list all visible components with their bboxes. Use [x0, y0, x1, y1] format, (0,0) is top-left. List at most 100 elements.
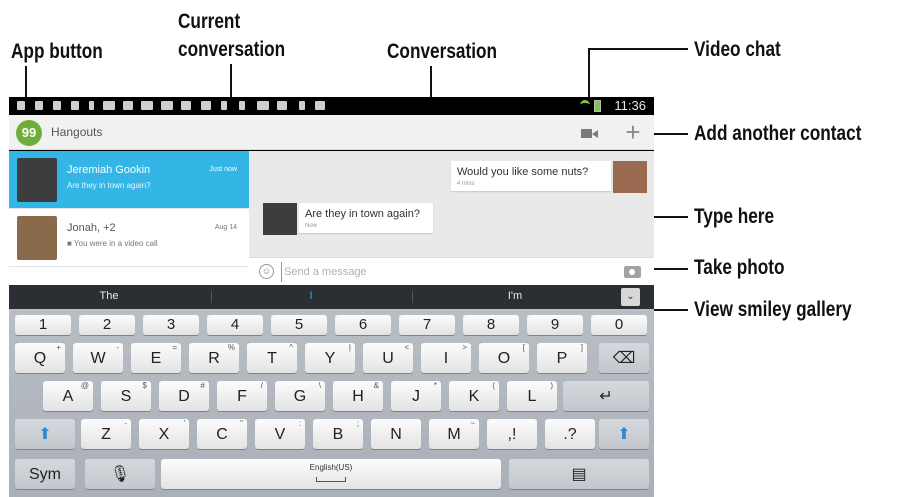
- key-label: M: [447, 426, 461, 443]
- key-t[interactable]: T ^: [247, 343, 297, 373]
- callout-conversation: Conversation: [387, 40, 498, 63]
- key-5[interactable]: 5: [271, 315, 327, 335]
- key-label: ↵: [599, 388, 613, 405]
- notification-icon: [35, 101, 43, 110]
- suggestion[interactable]: I'm: [475, 290, 555, 302]
- hangouts-app-button[interactable]: 99: [16, 120, 42, 146]
- add-contact-button[interactable]: +: [621, 118, 645, 146]
- key-label: F: [237, 388, 247, 405]
- key-i[interactable]: I >: [421, 343, 471, 373]
- key-p[interactable]: P]: [537, 343, 587, 373]
- app-title: Hangouts: [51, 125, 103, 139]
- key-row3-0[interactable]: Z-: [81, 419, 131, 449]
- key-y[interactable]: Y |: [305, 343, 355, 373]
- key-6[interactable]: 6: [335, 315, 391, 335]
- message-text: Are they in town again?: [305, 208, 420, 220]
- message-input[interactable]: [281, 262, 611, 282]
- message-time: 4 mins: [457, 181, 475, 187]
- key-row3-6[interactable]: M ~: [429, 419, 479, 449]
- key-label: W: [90, 350, 106, 367]
- key-label: Z: [101, 426, 111, 443]
- key-7[interactable]: 7: [399, 315, 455, 335]
- key-label: U: [382, 350, 394, 367]
- notification-icon: [181, 101, 191, 110]
- key-1[interactable]: 1: [15, 315, 71, 335]
- key-label: 3: [166, 316, 176, 333]
- suggestion[interactable]: The: [69, 290, 149, 302]
- notification-icon: [161, 101, 173, 110]
- key-h[interactable]: H &: [333, 381, 383, 411]
- key-3[interactable]: 3: [143, 315, 199, 335]
- collapse-suggestions-button[interactable]: ⌄: [621, 288, 640, 306]
- key-a[interactable]: A @: [43, 381, 93, 411]
- smiley-icon[interactable]: ☺: [259, 264, 274, 279]
- shift-key-right[interactable]: ⬆: [599, 419, 649, 449]
- spacebar[interactable]: English(US): [161, 459, 501, 489]
- shift-key-left[interactable]: ⬆: [15, 419, 75, 449]
- key-label: X: [158, 426, 170, 443]
- key-hint: (: [492, 381, 495, 390]
- divider: [211, 291, 212, 303]
- key-label: I: [443, 350, 449, 367]
- key-label: G: [293, 388, 307, 405]
- camera-icon[interactable]: [624, 266, 641, 278]
- key-row3-2[interactable]: C ": [197, 419, 247, 449]
- enter-key[interactable]: ↵: [563, 381, 649, 411]
- key-u[interactable]: U <: [363, 343, 413, 373]
- key-g[interactable]: G \: [275, 381, 325, 411]
- suggestion[interactable]: I: [271, 290, 351, 302]
- key-r[interactable]: R%: [189, 343, 239, 373]
- notification-icon: [53, 101, 61, 110]
- key-label: L: [527, 388, 537, 405]
- battery-icon: [594, 100, 601, 112]
- key-f[interactable]: F /: [217, 381, 267, 411]
- key-e[interactable]: E =: [131, 343, 181, 373]
- key-label: A: [62, 388, 74, 405]
- callout-current-conversation-line1: Current: [178, 10, 241, 33]
- key-hint: -: [124, 419, 127, 428]
- key-label: R: [208, 350, 220, 367]
- key-s[interactable]: S $: [101, 381, 151, 411]
- clipboard-key[interactable]: ▤: [509, 459, 649, 489]
- key-label: Sym: [29, 466, 61, 483]
- key-4[interactable]: 4: [207, 315, 263, 335]
- key-8[interactable]: 8: [463, 315, 519, 335]
- backspace-key[interactable]: ⌫: [599, 343, 649, 373]
- status-bar: 11:36: [9, 97, 654, 115]
- wifi-icon: [580, 100, 590, 110]
- voice-input-key[interactable]: 🎙: [85, 459, 155, 489]
- key-row3-8[interactable]: .?: [545, 419, 595, 449]
- key-d[interactable]: D #: [159, 381, 209, 411]
- key-label: .?: [563, 426, 577, 443]
- conversation-preview: ■ You were in a video call: [67, 239, 158, 248]
- key-j[interactable]: J *: [391, 381, 441, 411]
- key-row3-4[interactable]: B;: [313, 419, 363, 449]
- key-hint: :: [298, 419, 301, 428]
- key-q[interactable]: Q +: [15, 343, 65, 373]
- conversation-item-jeremiah[interactable]: Jeremiah Gookin Are they in town again? …: [9, 151, 249, 209]
- key-label: T: [267, 350, 277, 367]
- key-row3-7[interactable]: ,!: [487, 419, 537, 449]
- key-k[interactable]: K(: [449, 381, 499, 411]
- key-o[interactable]: O[: [479, 343, 529, 373]
- key-label: ⬆: [617, 426, 631, 443]
- notification-icon: [257, 101, 269, 110]
- conversation-item-jonah[interactable]: Jonah, +2 ■ You were in a video call Aug…: [9, 209, 249, 267]
- video-chat-button[interactable]: [579, 125, 601, 141]
- key-label: ,!: [507, 426, 517, 443]
- key-l[interactable]: L): [507, 381, 557, 411]
- key-label: ▤: [571, 466, 587, 483]
- key-9[interactable]: 9: [527, 315, 583, 335]
- key-row3-3[interactable]: V:: [255, 419, 305, 449]
- key-hint: ~: [470, 419, 475, 428]
- sym-key[interactable]: Sym: [15, 459, 75, 489]
- key-hint: ^: [289, 343, 293, 352]
- key-2[interactable]: 2: [79, 315, 135, 335]
- key-row3-1[interactable]: X ': [139, 419, 189, 449]
- key-w[interactable]: W-: [73, 343, 123, 373]
- key-hint: >: [462, 343, 467, 352]
- key-row3-5[interactable]: N: [371, 419, 421, 449]
- divider: [412, 291, 413, 303]
- key-0[interactable]: 0: [591, 315, 647, 335]
- video-camera-lens: [592, 130, 598, 138]
